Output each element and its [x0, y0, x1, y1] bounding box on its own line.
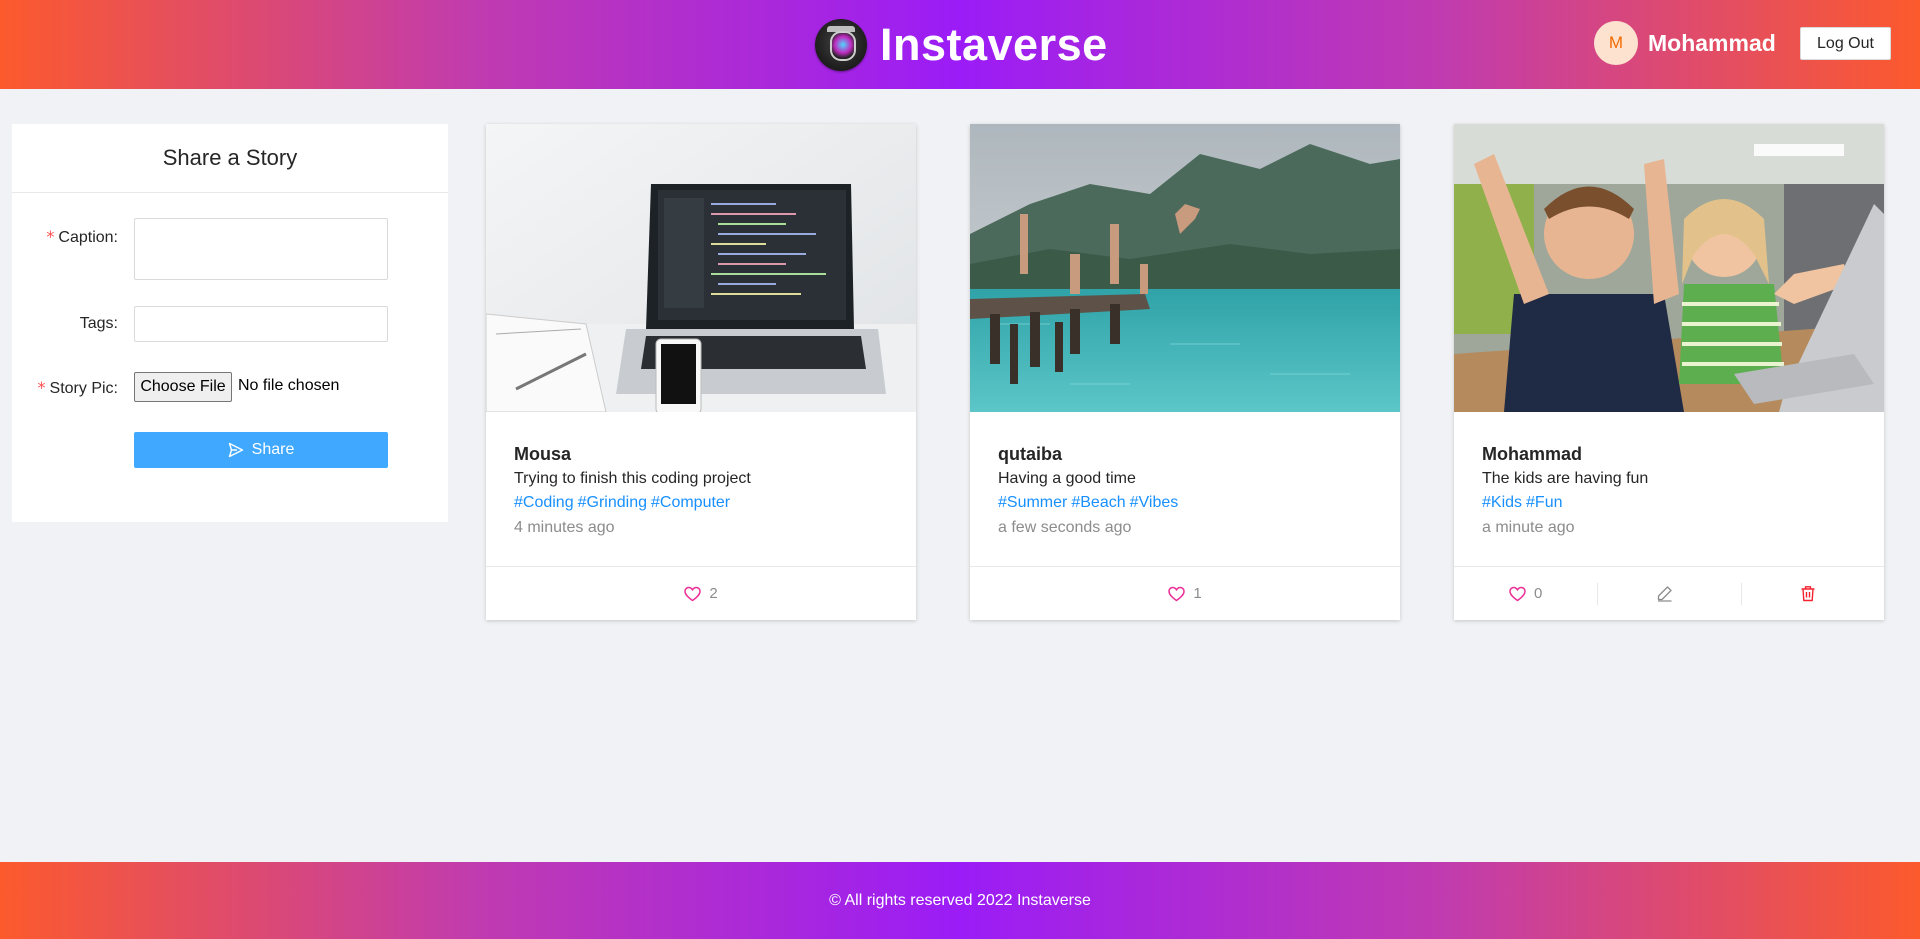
- send-icon: [228, 442, 243, 458]
- story-actions: 0: [1454, 566, 1884, 620]
- tag-link[interactable]: #Fun: [1526, 494, 1562, 511]
- story-time: 4 minutes ago: [514, 519, 615, 536]
- caption-label: * Caption:: [46, 227, 118, 246]
- story-actions: 1: [970, 566, 1400, 620]
- story-time: a few seconds ago: [998, 519, 1132, 536]
- tag-link[interactable]: #Grinding: [578, 494, 647, 511]
- share-story-title: Share a Story: [12, 124, 448, 193]
- delete-button[interactable]: [1740, 567, 1884, 620]
- story-card: qutaiba Having a good time #Summer #Beach…: [970, 124, 1400, 620]
- heart-icon: [1509, 586, 1526, 601]
- required-mark: *: [46, 227, 55, 246]
- trash-icon: [1801, 586, 1815, 602]
- heart-icon: [684, 586, 702, 601]
- caption-input[interactable]: [134, 218, 388, 280]
- story-caption: The kids are having fun: [1482, 470, 1649, 487]
- brand-title: Instaverse: [880, 19, 1108, 70]
- user-profile: M Mohammad: [1594, 21, 1776, 65]
- like-count: 1: [1193, 585, 1202, 602]
- username: Mohammad: [1648, 29, 1776, 56]
- story-tags: #Coding #Grinding #Computer: [514, 494, 888, 516]
- story-image: [970, 124, 1400, 412]
- heart-icon: [1168, 586, 1186, 601]
- tag-link[interactable]: #Beach: [1071, 494, 1125, 511]
- tag-link[interactable]: #Computer: [651, 494, 730, 511]
- story-tags: #Summer #Beach #Vibes: [998, 494, 1372, 516]
- story-card: Mohammad The kids are having fun #Kids #F…: [1454, 124, 1884, 620]
- story-author: Mohammad: [1482, 444, 1583, 464]
- like-count: 2: [709, 585, 718, 602]
- tag-link[interactable]: #Kids: [1482, 494, 1522, 511]
- like-button[interactable]: 1: [970, 567, 1400, 620]
- tags-input[interactable]: [134, 306, 388, 342]
- story-caption: Trying to finish this coding project: [514, 470, 751, 487]
- story-author: qutaiba: [998, 444, 1063, 464]
- app-footer: © All rights reserved 2022 Instaverse: [0, 862, 1920, 939]
- tags-label: Tags:: [79, 315, 118, 332]
- choose-file-button[interactable]: Choose File: [134, 372, 232, 402]
- like-button[interactable]: 2: [486, 567, 916, 620]
- tag-link[interactable]: #Vibes: [1130, 494, 1179, 511]
- camera-logo-icon: [815, 19, 867, 71]
- brand[interactable]: Instaverse: [815, 18, 1108, 72]
- story-image: [1454, 124, 1884, 412]
- story-actions: 2: [486, 566, 916, 620]
- story-time: a minute ago: [1482, 519, 1575, 536]
- story-tags: #Kids #Fun: [1482, 494, 1856, 516]
- share-story-panel: Share a Story * Caption: Tags: * Story Pic…: [12, 124, 448, 522]
- footer-text: © All rights reserved 2022 Instaverse: [829, 891, 1091, 909]
- like-button[interactable]: 0: [1454, 567, 1597, 620]
- story-image: [486, 124, 916, 412]
- app-header: Instaverse M Mohammad Log Out: [0, 0, 1920, 89]
- logout-button[interactable]: Log Out: [1800, 27, 1891, 60]
- story-pic-label: * Story Pic:: [37, 378, 118, 397]
- edit-icon: [1658, 586, 1673, 602]
- tag-link[interactable]: #Coding: [514, 494, 574, 511]
- edit-button[interactable]: [1597, 567, 1740, 620]
- story-card: Mousa Trying to finish this coding proje…: [486, 124, 916, 620]
- share-button[interactable]: Share: [134, 432, 388, 468]
- file-status-text: No file chosen: [238, 377, 340, 394]
- like-count: 0: [1533, 585, 1543, 602]
- avatar: M: [1594, 21, 1638, 65]
- story-author: Mousa: [514, 444, 572, 464]
- required-mark: *: [37, 378, 46, 397]
- story-caption: Having a good time: [998, 470, 1136, 487]
- tag-link[interactable]: #Summer: [998, 494, 1067, 511]
